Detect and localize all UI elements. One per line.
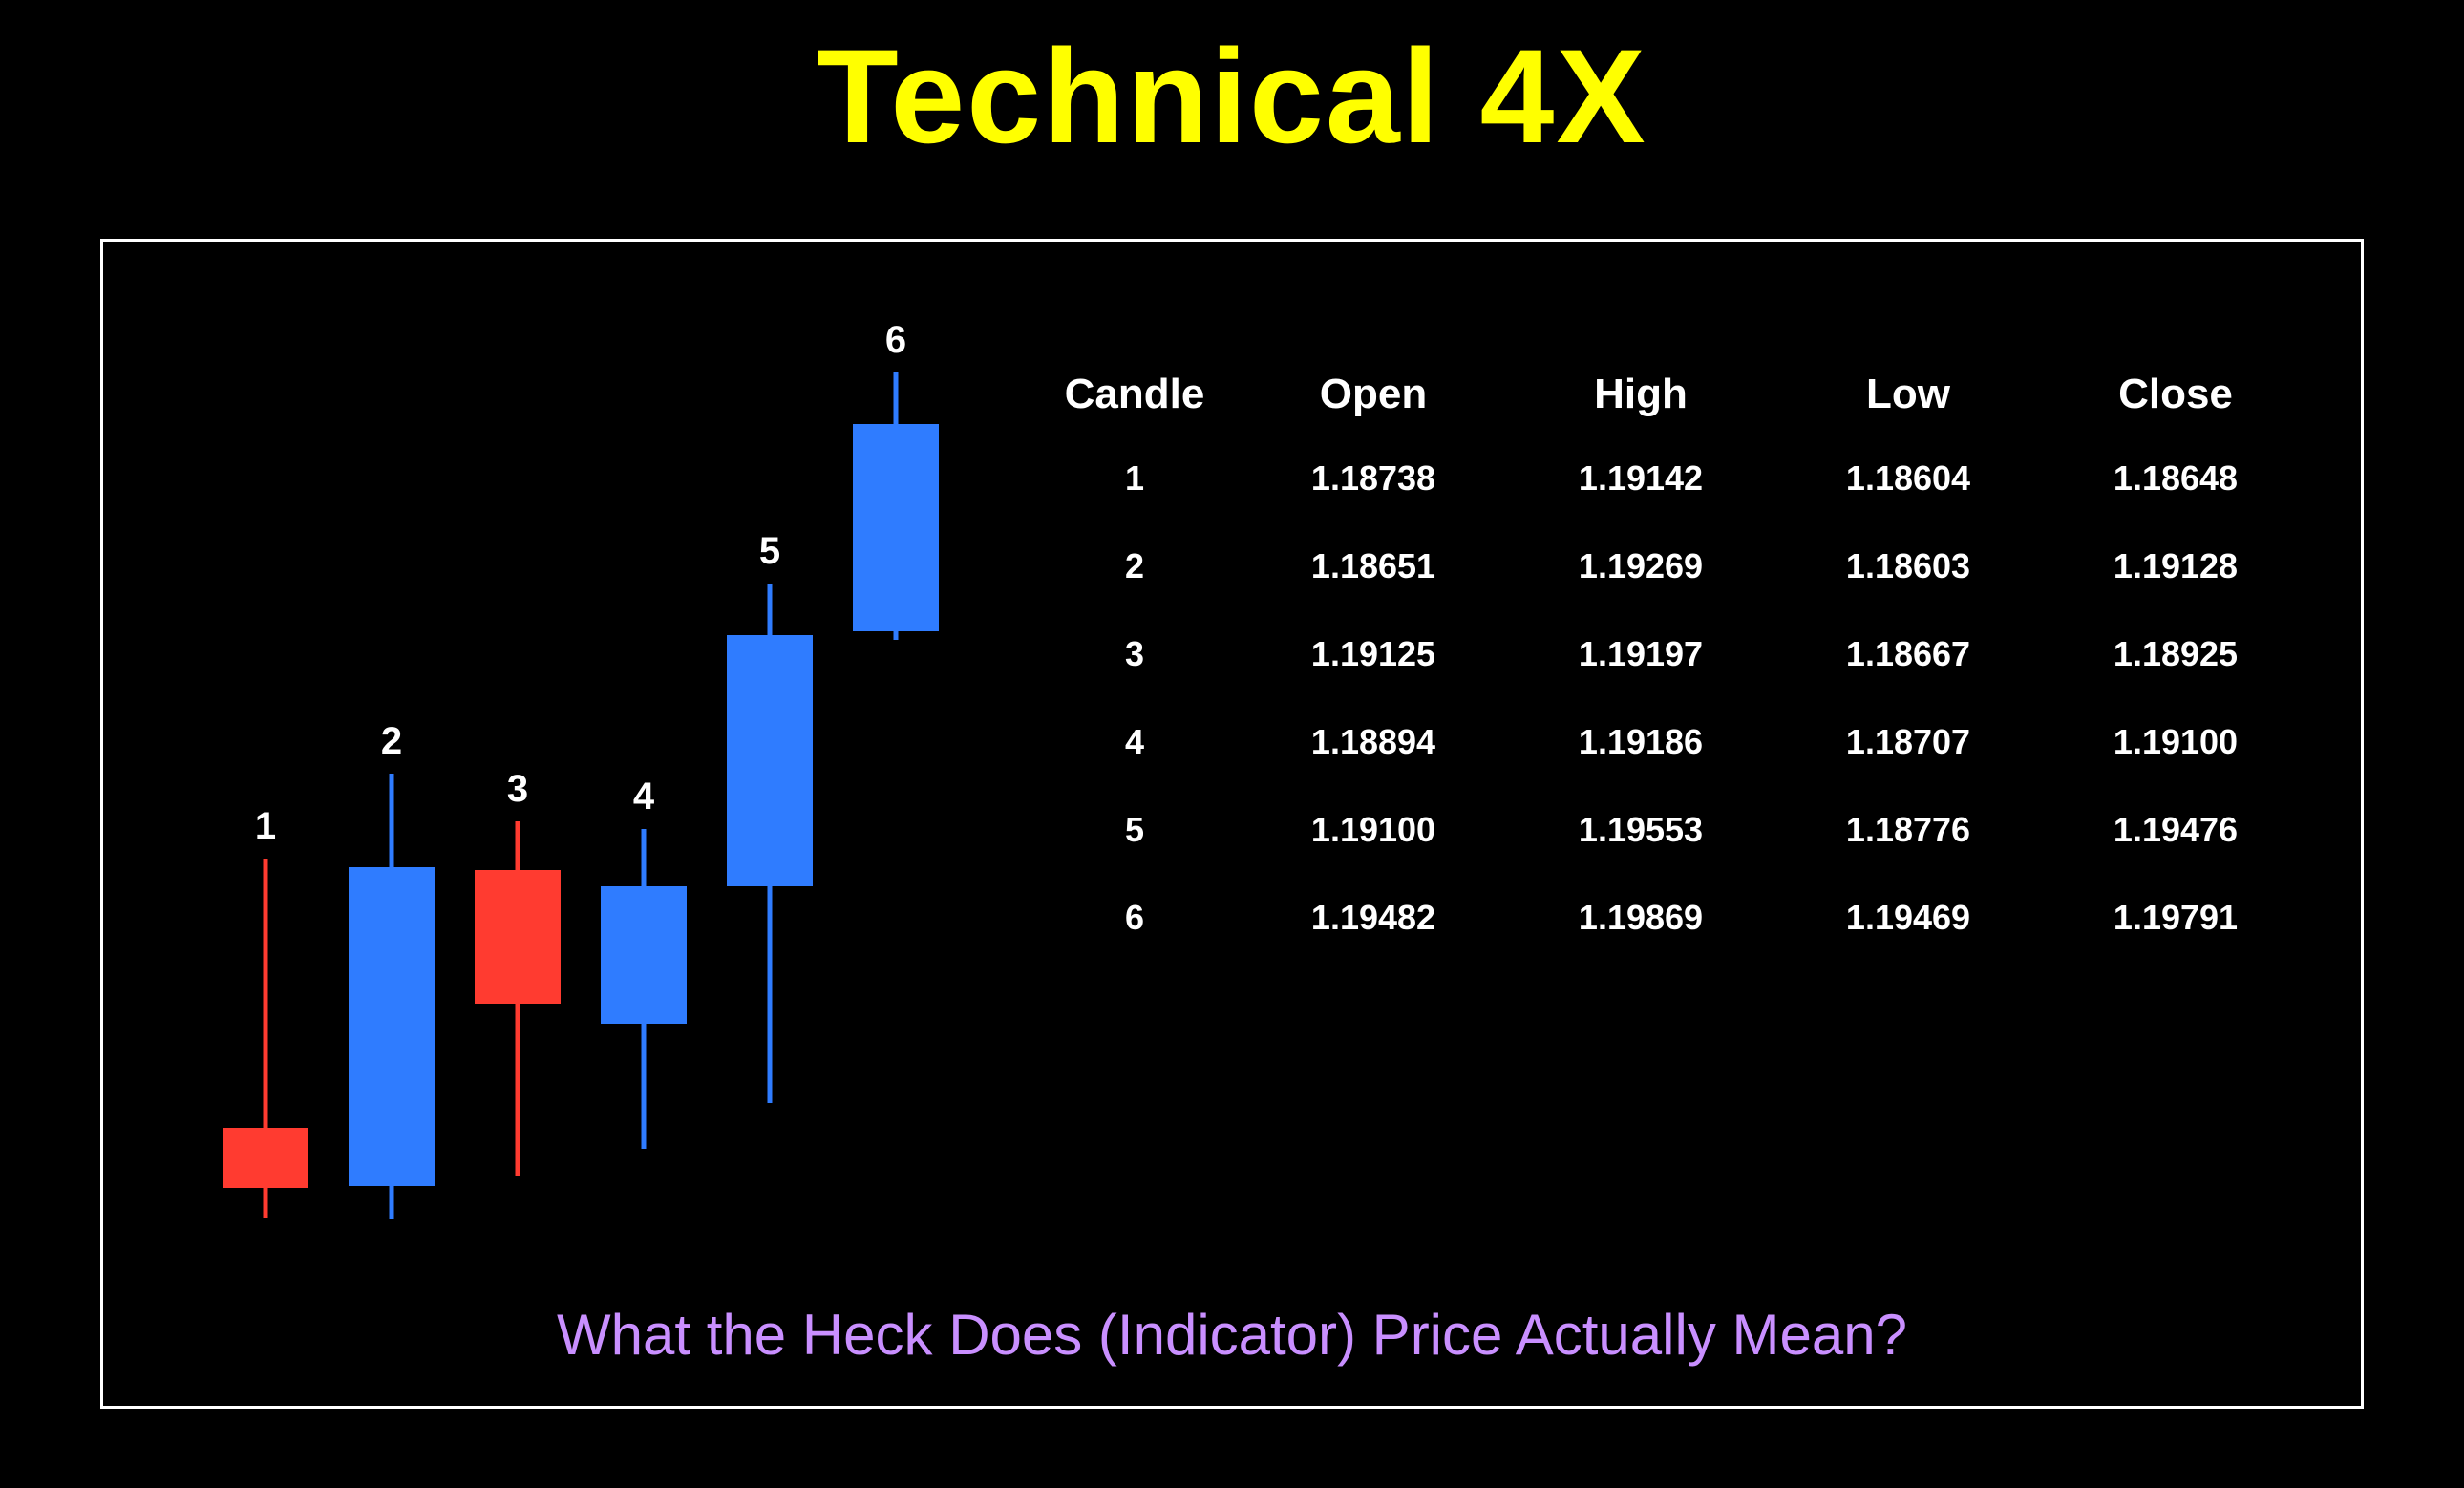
page-title: Technical 4X	[0, 0, 2464, 174]
cell-low: 1.18667	[1774, 634, 2042, 674]
candle-body	[853, 424, 939, 630]
cell-high: 1.19269	[1507, 546, 1774, 586]
table-row: 4 1.18894 1.19186 1.18707 1.19100	[1030, 722, 2338, 762]
table-row: 3 1.19125 1.19197 1.18667 1.18925	[1030, 634, 2338, 674]
cell-high: 1.19553	[1507, 810, 1774, 850]
candle-label: 1	[255, 805, 276, 848]
col-header-open: Open	[1240, 371, 1507, 418]
content-frame: 1 2 3 4 5 6 Candle Open High Low Close 1 1.18…	[100, 239, 2364, 1409]
cell-candle: 3	[1030, 634, 1240, 674]
table-row: 5 1.19100 1.19553 1.18776 1.19476	[1030, 810, 2338, 850]
table-row: 6 1.19482 1.19869 1.19469 1.19791	[1030, 898, 2338, 938]
subtitle: What the Heck Does (Indicator) Price Act…	[103, 1302, 2361, 1368]
cell-candle: 4	[1030, 722, 1240, 762]
cell-close: 1.18925	[2042, 634, 2309, 674]
col-header-candle: Candle	[1030, 371, 1240, 418]
cell-close: 1.19128	[2042, 546, 2309, 586]
candlestick-chart: 1 2 3 4 5 6	[213, 351, 1053, 1307]
cell-low: 1.18603	[1774, 546, 2042, 586]
candle-label: 4	[633, 776, 654, 818]
cell-candle: 1	[1030, 458, 1240, 499]
candle-body	[223, 1128, 308, 1188]
cell-open: 1.19125	[1240, 634, 1507, 674]
cell-high: 1.19197	[1507, 634, 1774, 674]
cell-low: 1.18604	[1774, 458, 2042, 499]
cell-candle: 5	[1030, 810, 1240, 850]
candle-1: 1	[223, 351, 308, 1307]
cell-open: 1.19482	[1240, 898, 1507, 938]
cell-low: 1.18707	[1774, 722, 2042, 762]
cell-candle: 6	[1030, 898, 1240, 938]
cell-high: 1.19142	[1507, 458, 1774, 499]
cell-high: 1.19186	[1507, 722, 1774, 762]
cell-close: 1.19791	[2042, 898, 2309, 938]
candle-5: 5	[727, 351, 813, 1307]
col-header-low: Low	[1774, 371, 2042, 418]
cell-low: 1.18776	[1774, 810, 2042, 850]
candle-body	[349, 867, 435, 1186]
ohlc-table: Candle Open High Low Close 1 1.18738 1.1…	[1030, 371, 2338, 986]
cell-close: 1.18648	[2042, 458, 2309, 499]
candle-body	[475, 870, 561, 1004]
cell-close: 1.19100	[2042, 722, 2309, 762]
candle-body	[727, 635, 813, 886]
candle-6: 6	[853, 351, 939, 1307]
candle-body	[601, 886, 687, 1024]
candle-3: 3	[475, 351, 561, 1307]
cell-open: 1.18738	[1240, 458, 1507, 499]
candle-label: 6	[885, 319, 906, 362]
col-header-high: High	[1507, 371, 1774, 418]
cell-open: 1.18651	[1240, 546, 1507, 586]
candle-label: 2	[381, 720, 402, 763]
candle-label: 3	[507, 768, 528, 811]
cell-high: 1.19869	[1507, 898, 1774, 938]
table-row: 1 1.18738 1.19142 1.18604 1.18648	[1030, 458, 2338, 499]
cell-candle: 2	[1030, 546, 1240, 586]
table-row: 2 1.18651 1.19269 1.18603 1.19128	[1030, 546, 2338, 586]
cell-low: 1.19469	[1774, 898, 2042, 938]
candle-label: 5	[759, 530, 780, 573]
col-header-close: Close	[2042, 371, 2309, 418]
cell-open: 1.19100	[1240, 810, 1507, 850]
candle-4: 4	[601, 351, 687, 1307]
cell-open: 1.18894	[1240, 722, 1507, 762]
candle-2: 2	[349, 351, 435, 1307]
cell-close: 1.19476	[2042, 810, 2309, 850]
table-header-row: Candle Open High Low Close	[1030, 371, 2338, 418]
